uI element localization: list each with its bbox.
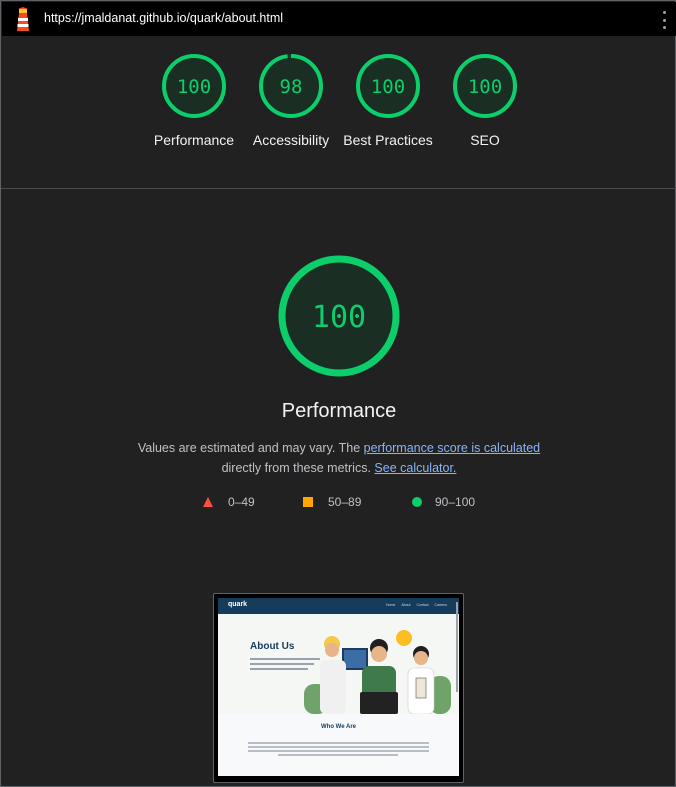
legend-average: 50–89: [303, 495, 361, 509]
gauge-performance-label: Performance: [153, 132, 235, 148]
screenshot-text-line: [248, 750, 429, 752]
pass-circle-icon: [412, 497, 422, 507]
screenshot-section-heading: Who We Are: [320, 724, 356, 730]
screenshot-scrollbar: [456, 602, 458, 692]
legend-average-range: 50–89: [328, 495, 362, 509]
screenshot-heading: About Us: [250, 641, 295, 652]
screenshot-nav-links: Home About Contact Careers: [386, 603, 447, 607]
legend-fail: 0–49: [203, 495, 255, 509]
screenshot-hero: About Us: [218, 614, 459, 714]
screenshot-nav-link: About: [401, 603, 411, 607]
screenshot-text-line: [248, 746, 429, 748]
screenshot-page: quark Home About Contact Careers About U…: [218, 598, 459, 776]
gauge-performance[interactable]: 100 Performance: [144, 53, 244, 150]
screenshot-nav-link: Home: [385, 603, 396, 607]
gauge-seo-score: 100: [468, 76, 502, 98]
screenshot-text-line: [278, 754, 398, 756]
fail-triangle-icon: [203, 497, 213, 507]
screenshot-navbar: quark Home About Contact Careers: [218, 598, 459, 614]
performance-big-score: 100: [312, 300, 366, 335]
score-legend: 0–49 50–89 90–100: [1, 495, 676, 511]
performance-title: Performance: [281, 400, 397, 422]
screenshot-nav-link: Contact: [416, 603, 429, 607]
screenshot-text-line: [250, 668, 308, 670]
report-topbar: https://jmaldanat.github.io/quark/about.…: [2, 2, 676, 36]
gauge-best-practices-score: 100: [371, 76, 405, 98]
gauge-best-practices-ring: 100: [356, 54, 420, 118]
gauge-seo[interactable]: 100 SEO: [435, 53, 535, 150]
performance-score-link[interactable]: performance score is calculated: [364, 441, 540, 455]
gauge-best-practices-label: Best Practices: [343, 132, 433, 148]
gauge-accessibility-ring: 98: [259, 54, 323, 118]
performance-description: Values are estimated and may vary. The p…: [121, 438, 557, 478]
gauge-seo-label: SEO: [470, 132, 500, 148]
legend-pass: 90–100: [412, 495, 475, 509]
screenshot-text-line: [248, 742, 429, 744]
performance-big-gauge: 100: [278, 255, 400, 377]
gauge-seo-ring: 100: [453, 54, 517, 118]
average-square-icon: [303, 497, 313, 507]
desc-middle: directly from these metrics.: [221, 461, 375, 475]
screenshot-brand: quark: [228, 601, 248, 608]
gauge-performance-ring: 100: [162, 54, 226, 118]
gauge-accessibility-score: 98: [280, 76, 303, 98]
see-calculator-link[interactable]: See calculator.: [374, 461, 456, 475]
gauge-accessibility-label: Accessibility: [252, 132, 330, 148]
gauge-best-practices[interactable]: 100 Best Practices: [338, 53, 438, 150]
screenshot-nav-link: Careers: [434, 603, 447, 607]
screenshot-who-we-are: Who We Are: [218, 714, 459, 776]
lighthouse-logo-icon: [17, 7, 29, 31]
final-screenshot[interactable]: quark Home About Contact Careers About U…: [213, 593, 464, 783]
category-gauges: 100 Performance 98 Accessibility 100 Bes…: [1, 36, 676, 189]
desc-prefix: Values are estimated and may vary. The: [137, 441, 364, 455]
lighthouse-report-frame: https://jmaldanat.github.io/quark/about.…: [0, 0, 676, 787]
gauge-performance-score: 100: [177, 76, 211, 98]
legend-pass-range: 90–100: [435, 495, 476, 509]
team-illustration: [304, 630, 451, 714]
legend-fail-range: 0–49: [228, 495, 255, 509]
tools-menu-icon[interactable]: [661, 11, 667, 29]
gauge-accessibility[interactable]: 98 Accessibility: [241, 53, 341, 150]
report-url[interactable]: https://jmaldanat.github.io/quark/about.…: [44, 11, 283, 25]
